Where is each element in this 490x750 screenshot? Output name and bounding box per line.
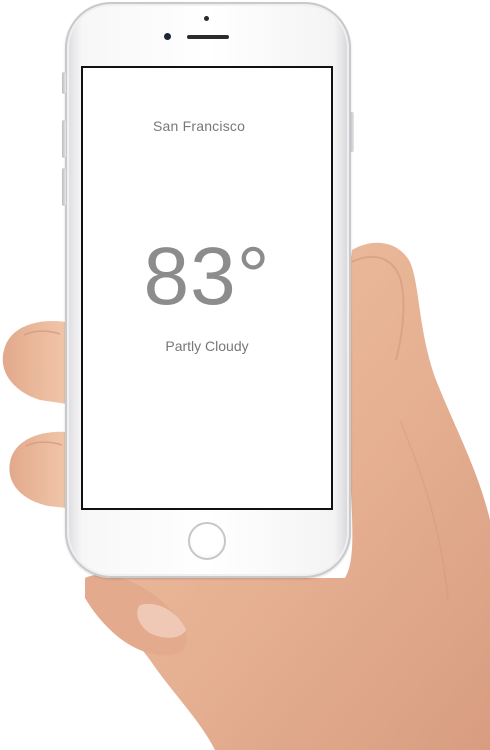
front-camera-icon xyxy=(164,33,171,40)
home-button-icon[interactable] xyxy=(188,522,226,560)
phone-device: San Francisco 83° Partly Cloudy xyxy=(62,2,354,578)
condition-label: Partly Cloudy xyxy=(165,338,249,354)
volume-down-button[interactable] xyxy=(62,168,66,206)
power-button[interactable] xyxy=(350,112,354,152)
phone-screen[interactable]: San Francisco 83° Partly Cloudy xyxy=(81,66,333,510)
temperature-reading: 83° xyxy=(143,231,271,322)
proximity-sensor-icon xyxy=(204,16,209,21)
city-label: San Francisco xyxy=(153,118,246,134)
volume-up-button[interactable] xyxy=(62,120,66,158)
earpiece-speaker-icon xyxy=(187,35,229,39)
mute-switch[interactable] xyxy=(62,72,66,94)
